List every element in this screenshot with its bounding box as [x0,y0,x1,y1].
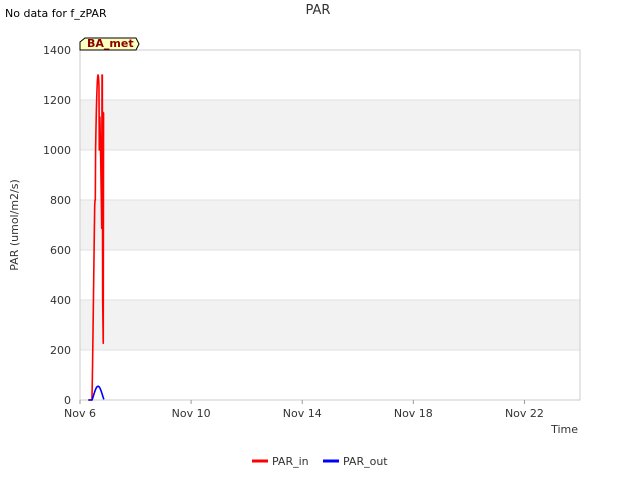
x-tick-label: Nov 6 [64,407,96,420]
x-tick-label: Nov 18 [394,407,433,420]
y-tick-label: 1400 [43,44,71,57]
badge-label: BA_met [87,37,134,50]
legend-label-par-out: PAR_out [343,455,388,468]
grid-bands [80,100,580,350]
grid-band [80,100,580,150]
y-axis-label: PAR (umol/m2/s) [8,179,21,271]
x-axis-label: Time [550,423,578,436]
y-tick-label: 0 [64,394,71,407]
y-tick-label: 1200 [43,94,71,107]
site-badge: BA_met [79,37,140,51]
x-tick-label: Nov 22 [505,407,544,420]
grid-band [80,200,580,250]
y-tick-label: 1000 [43,144,71,157]
legend: PAR_in PAR_out [252,455,388,468]
series-line-par-out [88,385,105,401]
grid-band [80,300,580,350]
legend-label-par-in: PAR_in [272,455,309,468]
par-chart: 0200400600800100012001400 Nov 6 Nov 10 Nov… [8,3,581,468]
y-tick-label: 200 [50,344,71,357]
x-tick-label: Nov 10 [172,407,211,420]
y-axis-ticks: 0 200 400 600 800 1000 1200 1400 [43,44,71,407]
x-axis-ticks: Nov 6 Nov 10 Nov 14 Nov 18 Nov 22 [64,400,544,420]
x-tick-label: Nov 14 [283,407,322,420]
chart-title: PAR [306,3,331,18]
y-tick-label: 600 [50,244,71,257]
y-tick-label: 400 [50,294,71,307]
y-tick-label: 800 [50,194,71,207]
